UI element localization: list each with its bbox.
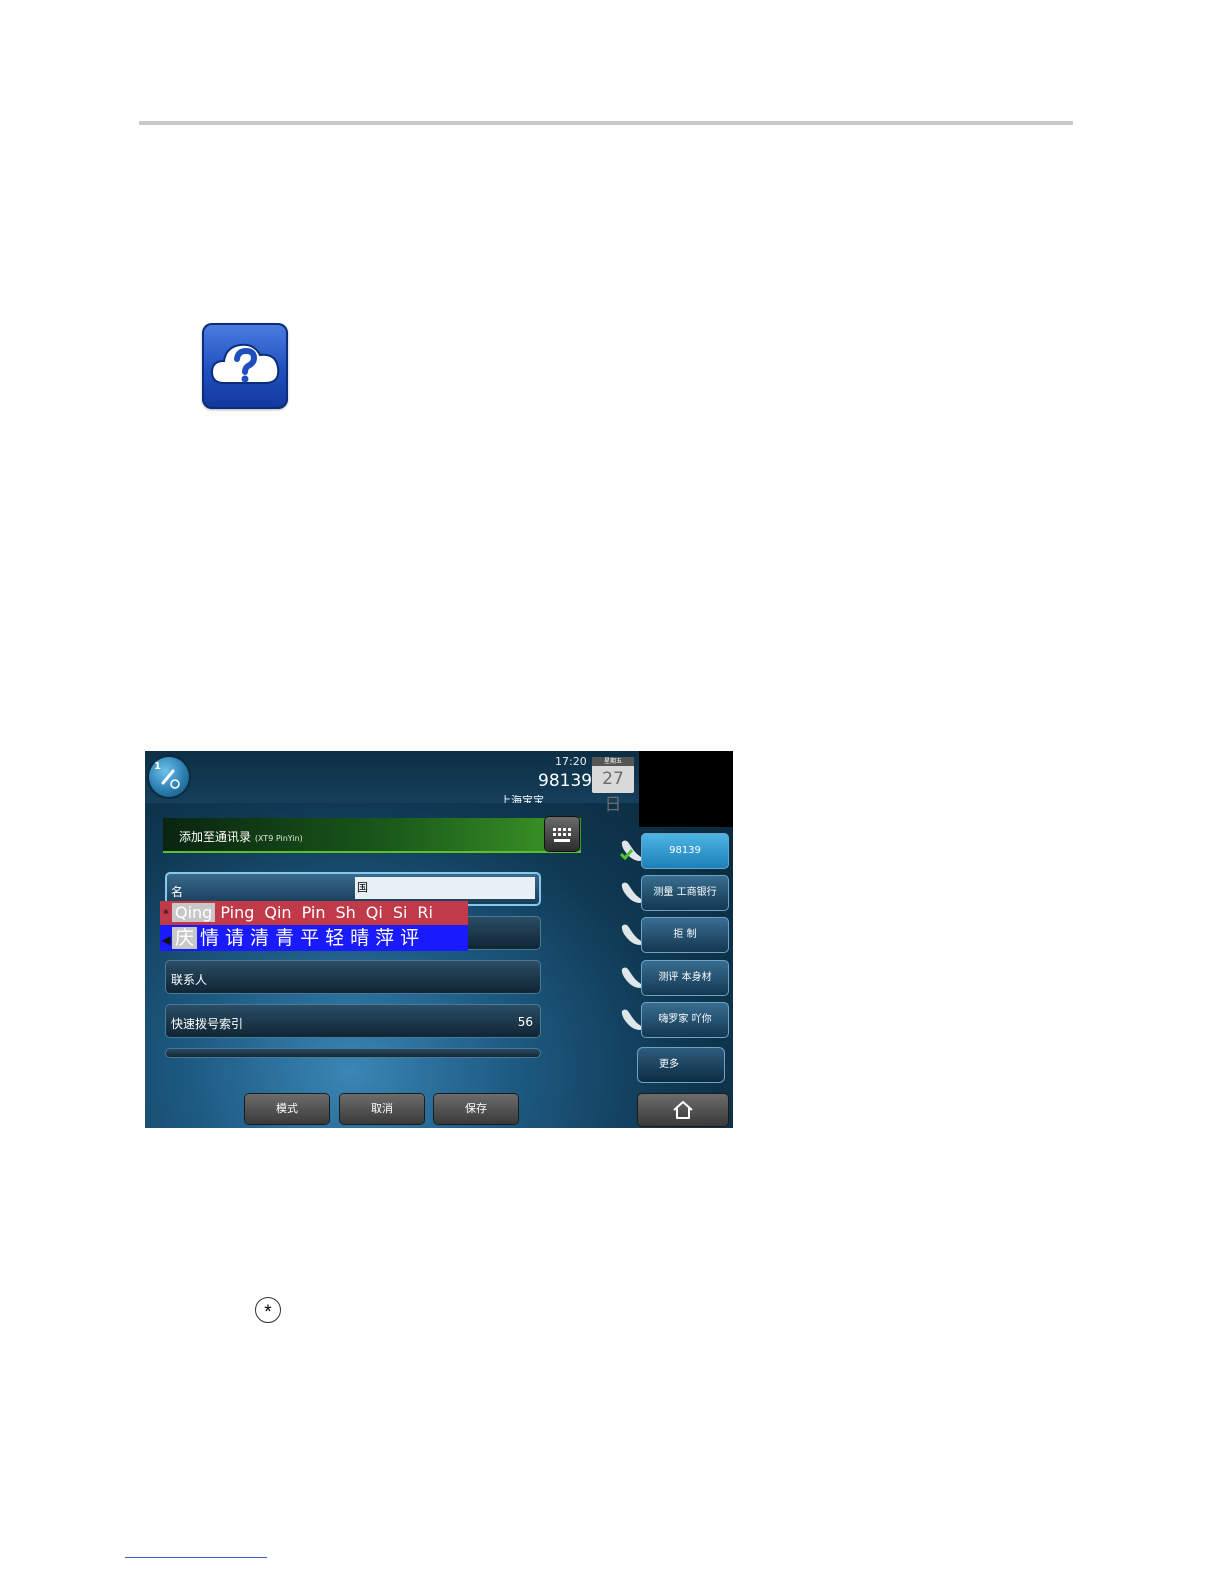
header-rule — [139, 121, 1073, 125]
pinyin-option[interactable]: Qin — [264, 903, 291, 922]
save-button[interactable]: 保存 — [434, 1094, 518, 1124]
line-key-5[interactable]: 嗨罗家 吖你 — [641, 1002, 729, 1038]
line-key-4[interactable]: 测评 本身材 — [641, 960, 729, 996]
home-icon — [673, 1101, 693, 1119]
line-key-2[interactable]: 测量 工商银行 — [641, 875, 729, 911]
candidate[interactable]: 平 — [300, 927, 319, 949]
input-mode-label: (XT9 PinYin) — [254, 834, 303, 843]
candidate-prev-icon[interactable]: ◀ — [160, 927, 172, 953]
mode-button[interactable]: 模式 — [245, 1094, 329, 1124]
status-ticker: 上海宝宝 — [500, 795, 544, 803]
pinyin-option[interactable]: Qi — [366, 903, 383, 922]
keyboard-icon[interactable] — [545, 817, 579, 851]
pinyin-selected[interactable]: Qing — [172, 903, 216, 922]
footnote-rule — [125, 1557, 267, 1558]
line-key-3[interactable]: 拒 制 — [641, 917, 729, 953]
speed-dial-value: 56 — [517, 1015, 533, 1029]
contact-field[interactable]: 联系人 — [165, 960, 541, 994]
pinyin-option[interactable]: Sh — [335, 903, 355, 922]
candidate[interactable]: 清 — [250, 927, 269, 949]
star-key-icon: * — [255, 1297, 281, 1323]
next-field[interactable] — [165, 1048, 541, 1058]
calendar-day: 27 日 — [602, 769, 624, 815]
ime-pinyin-bar: * Qing Ping Qin Pin Sh Qi Si Ri — [160, 901, 468, 925]
candidate-selected[interactable]: 庆 — [172, 927, 198, 949]
help-cloud-icon — [202, 323, 288, 409]
pinyin-option[interactable]: Si — [393, 903, 408, 922]
screen-title-bar: 添加至通讯录 (XT9 PinYin) — [163, 818, 581, 853]
field-label: 快速拨号索引 — [171, 1017, 244, 1031]
pinyin-option[interactable]: Ping — [220, 903, 254, 922]
candidate[interactable]: 萍 — [375, 927, 394, 949]
screen-title: 添加至通讯录 (XT9 PinYin) — [179, 828, 303, 845]
candidate[interactable]: 轻 — [325, 927, 344, 949]
speed-dial-field[interactable]: 快速拨号索引 56 — [165, 1004, 541, 1038]
calendar-weekday: 星期五 — [592, 757, 634, 766]
pinyin-option[interactable]: Ri — [417, 903, 433, 922]
home-button[interactable] — [638, 1094, 728, 1126]
candidate[interactable]: 晴 — [350, 927, 369, 949]
field-label: 名 — [171, 885, 184, 899]
cancel-button[interactable]: 取消 — [340, 1094, 424, 1124]
line-key-98139[interactable]: 98139 — [641, 833, 729, 869]
candidate[interactable]: 情 — [200, 927, 219, 949]
phone-screenshot: 1 17:20 98139 星期五 27 日 上海宝宝 添加至通讯录 (XT9 … — [145, 751, 733, 1128]
candidate[interactable]: 青 — [275, 927, 294, 949]
status-bar: 1 17:20 98139 星期五 27 日 上海宝宝 — [145, 751, 639, 815]
more-button[interactable]: 更多 — [637, 1047, 725, 1083]
status-extension: 98139 — [538, 771, 593, 791]
calendar-icon: 星期五 27 日 — [592, 757, 634, 815]
pinyin-marker: * — [163, 907, 169, 921]
screen-corner — [639, 751, 733, 827]
candidate[interactable]: 请 — [225, 927, 244, 949]
ime-candidate-bar: ◀ 庆情请清青平轻晴萍评 — [160, 925, 468, 951]
status-time: 17:20 — [555, 755, 587, 768]
line-status-icon[interactable]: 1 — [149, 757, 189, 797]
screen-title-text: 添加至通讯录 — [179, 830, 252, 844]
first-name-input[interactable]: 国 — [355, 877, 535, 899]
pinyin-option[interactable]: Pin — [302, 903, 326, 922]
field-label: 联系人 — [171, 973, 208, 987]
candidate[interactable]: 评 — [400, 927, 419, 949]
